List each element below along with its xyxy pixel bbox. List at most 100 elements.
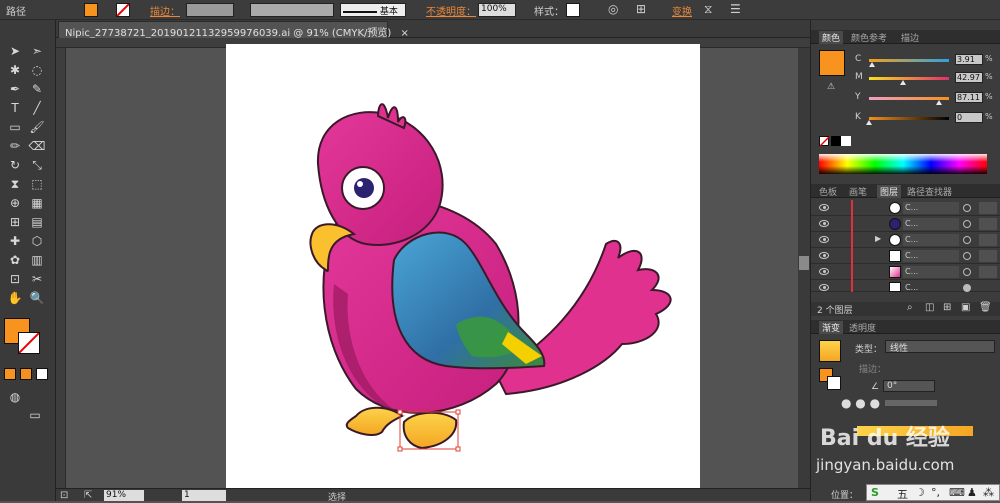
toolbar-stroke-swatch[interactable] <box>18 332 40 354</box>
ime-mode-label[interactable]: 五 <box>897 486 908 502</box>
visibility-icon[interactable] <box>819 204 829 211</box>
gradient-type-dropdown[interactable]: 线性 <box>885 340 995 354</box>
arrange-icon[interactable]: ⊡ <box>60 490 68 501</box>
target-icon[interactable] <box>963 268 971 276</box>
yellow-thumb[interactable] <box>935 100 942 105</box>
layer-row[interactable]: C... <box>811 248 1000 264</box>
magenta-thumb[interactable] <box>900 80 907 85</box>
visibility-icon[interactable] <box>819 268 829 275</box>
style-swatch[interactable] <box>566 3 580 17</box>
aspect-field[interactable] <box>885 400 937 406</box>
paintbrush-icon[interactable]: 🖌 <box>28 118 46 136</box>
mesh-icon[interactable]: ⊞ <box>6 213 24 231</box>
layer-row[interactable]: C... <box>811 280 1000 292</box>
zoom-icon[interactable]: 🔍 <box>28 289 46 307</box>
curvature-icon[interactable]: ✎ <box>28 80 46 98</box>
black-thumb[interactable] <box>866 120 872 125</box>
ime-toolbar[interactable]: S 五 ☽ °, ⌨ ♟ ⁂ <box>866 484 1000 501</box>
tab-stroke[interactable]: 描边 <box>901 31 919 44</box>
width-icon[interactable]: ⧗ <box>6 175 24 193</box>
target-icon[interactable] <box>963 236 971 244</box>
cyan-slider[interactable]: C 3.91 % <box>855 54 999 68</box>
ime-grid-icon[interactable]: ⁂ <box>983 486 994 499</box>
artboard-field[interactable]: 1 <box>182 490 226 501</box>
type-icon[interactable]: T <box>6 99 24 117</box>
gradient-stroke-swatch[interactable] <box>827 376 841 390</box>
pen-icon[interactable]: ✒ <box>6 80 24 98</box>
target-icon[interactable] <box>963 284 971 292</box>
ime-user-icon[interactable]: ♟ <box>967 486 977 499</box>
lasso-icon[interactable]: ◌ <box>28 61 46 79</box>
magenta-value[interactable]: 42.97 <box>955 72 983 83</box>
artboard[interactable] <box>226 44 700 490</box>
artboard-icon[interactable]: ⊡ <box>6 270 24 288</box>
fill-swatch[interactable] <box>84 3 98 17</box>
recolor-icon[interactable]: ◎ <box>608 2 618 16</box>
tab-color[interactable]: 颜色 <box>819 31 844 44</box>
vertical-ruler[interactable] <box>56 48 66 488</box>
free-transform-icon[interactable]: ⬚ <box>28 175 46 193</box>
new-layer-icon[interactable]: ▣ <box>961 302 970 313</box>
layer-row[interactable]: C... <box>811 216 1000 232</box>
pencil-icon[interactable]: ✏ <box>6 137 24 155</box>
blend-icon[interactable]: ⬡ <box>28 232 46 250</box>
rectangle-icon[interactable]: ▭ <box>6 118 24 136</box>
hand-icon[interactable]: ✋ <box>6 289 24 307</box>
align-icon[interactable]: ⊞ <box>636 2 646 16</box>
tab-brushes[interactable]: 画笔 <box>849 185 867 198</box>
target-icon[interactable] <box>963 220 971 228</box>
brush-dropdown[interactable]: 基本 <box>340 3 406 17</box>
tab-transparency[interactable]: 透明度 <box>849 321 876 334</box>
target-icon[interactable] <box>963 204 971 212</box>
cyan-thumb[interactable] <box>869 62 876 67</box>
direct-selection-icon[interactable]: ➣ <box>28 42 46 60</box>
perspective-icon[interactable]: ▦ <box>28 194 46 212</box>
tab-pathfinder[interactable]: 路径查找器 <box>907 185 952 198</box>
black-swatch[interactable] <box>831 136 841 146</box>
opacity-field[interactable]: 100% <box>478 3 516 17</box>
yellow-value[interactable]: 87.11 <box>955 92 983 103</box>
angle-field[interactable]: 0° <box>883 380 935 392</box>
eraser-icon[interactable]: ⌫ <box>28 137 46 155</box>
color-swatch[interactable] <box>819 50 845 76</box>
locate-object-icon[interactable]: ⌕ <box>907 302 913 313</box>
visibility-icon[interactable] <box>819 236 829 243</box>
parrot-illustration[interactable] <box>226 44 700 490</box>
screen-mode-icon[interactable]: ▭ <box>26 406 44 424</box>
visibility-icon[interactable] <box>819 220 829 227</box>
black-slider[interactable]: K 0 % <box>855 112 999 126</box>
expand-arrow-icon[interactable]: ▶ <box>875 234 881 243</box>
tab-layers[interactable]: 图层 <box>877 185 902 198</box>
stroke-weight-dropdown[interactable] <box>186 3 234 17</box>
selection-icon[interactable]: ➤ <box>6 42 24 60</box>
vertical-scrollbar-thumb[interactable] <box>799 256 809 270</box>
none-mode-button[interactable] <box>36 368 48 380</box>
gradient-mode-button[interactable] <box>20 368 32 380</box>
variable-width-dropdown[interactable] <box>250 3 334 17</box>
new-sublayer-icon[interactable]: ⊞ <box>943 302 951 313</box>
symbol-sprayer-icon[interactable]: ✿ <box>6 251 24 269</box>
ime-keyboard-icon[interactable]: ⌨ <box>949 486 965 499</box>
white-swatch[interactable] <box>841 136 851 146</box>
gradient-icon[interactable]: ▤ <box>28 213 46 231</box>
visibility-icon[interactable] <box>819 284 829 291</box>
layer-row[interactable]: C... <box>811 200 1000 216</box>
stroke-label[interactable]: 描边： <box>150 3 180 18</box>
color-mode-button[interactable] <box>4 368 16 380</box>
isolate-icon[interactable]: ⧖ <box>704 2 712 17</box>
ime-logo-icon[interactable]: S <box>871 486 879 499</box>
tab-color-guide[interactable]: 颜色参考 <box>851 31 887 44</box>
tab-swatches[interactable]: 色板 <box>819 185 837 198</box>
clipping-mask-icon[interactable]: ◫ <box>925 302 934 313</box>
visibility-icon[interactable] <box>819 252 829 259</box>
tab-gradient[interactable]: 渐变 <box>819 321 844 334</box>
yellow-slider[interactable]: Y 87.11 % <box>855 92 999 106</box>
none-swatch[interactable] <box>819 136 830 147</box>
ime-moon-icon[interactable]: ☽ <box>915 486 925 499</box>
opacity-label[interactable]: 不透明度： <box>426 3 476 18</box>
black-value[interactable]: 0 <box>955 112 983 123</box>
ime-punct-icon[interactable]: °, <box>931 486 940 499</box>
magic-wand-icon[interactable]: ✱ <box>6 61 24 79</box>
magenta-slider[interactable]: M 42.97 % <box>855 72 999 86</box>
scale-icon[interactable]: ⤡ <box>28 156 46 174</box>
